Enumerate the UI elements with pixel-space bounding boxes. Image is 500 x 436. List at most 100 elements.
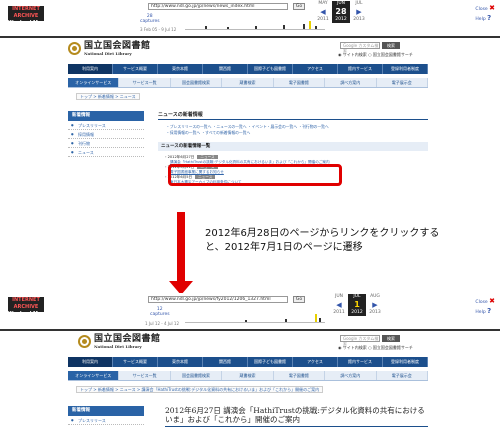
global-nav-item[interactable]: 利用案内 xyxy=(68,357,113,367)
sidebar-item[interactable]: プレスリリース xyxy=(68,121,144,130)
global-nav-item[interactable]: 国際子ども図書館 xyxy=(248,64,293,74)
global-nav-item[interactable]: 館内サービス xyxy=(338,357,383,367)
help-icon[interactable]: ? xyxy=(487,307,491,315)
wayback-toolbar: INTERNET ARCHIVE WaybackMachine http://w… xyxy=(0,0,500,38)
sidebar: 新着情報 プレスリリース xyxy=(68,406,144,425)
global-nav-item[interactable]: 関西館 xyxy=(203,357,248,367)
sidebar-item[interactable]: ニュース xyxy=(68,148,144,157)
global-nav-item[interactable]: 利用案内 xyxy=(68,64,113,74)
cal-cur-year: 2012 xyxy=(332,17,350,23)
ndl-name-jp: 国立国会図書館 xyxy=(94,334,161,344)
global-nav-item[interactable]: 登録利用者制度 xyxy=(383,357,428,367)
global-nav-item[interactable]: 東京本館 xyxy=(158,357,203,367)
sub-nav-item[interactable]: オンラインサービス xyxy=(68,78,120,87)
sub-nav-item[interactable]: 電子展示会 xyxy=(377,371,428,380)
cal-current: JUN 28 2012 xyxy=(332,1,350,23)
global-nav-item[interactable]: 登録利用者制度 xyxy=(383,64,428,74)
sub-nav-item[interactable]: 電子展示会 xyxy=(377,78,428,87)
sub-nav-item[interactable]: 国会図書館検索 xyxy=(171,371,223,380)
radio-site-icon[interactable]: ◉ xyxy=(338,345,342,350)
cal-prev[interactable]: JUN ◀ 2011 xyxy=(330,294,348,316)
site-search-button[interactable]: 検索 xyxy=(382,42,400,49)
site-search-input[interactable]: Google カスタム検索 xyxy=(340,335,380,346)
ndl-emblem-icon xyxy=(68,42,81,55)
global-nav-item[interactable]: 館内サービス xyxy=(338,64,383,74)
screenshot-before: INTERNET ARCHIVE WaybackMachine http://w… xyxy=(0,0,500,204)
cal-next[interactable]: JUL ▶ 2013 xyxy=(350,1,368,23)
close-icon[interactable]: ✖ xyxy=(489,297,495,305)
wayback-captures[interactable]: 28 captures xyxy=(140,14,160,24)
wayback-url-input[interactable]: http://www.ndl.go.jp/jp/news/fy2012/1206… xyxy=(148,296,288,303)
sub-nav-item[interactable]: 国会図書館検索 xyxy=(171,78,223,87)
wayback-logo-line2: WaybackMachine xyxy=(8,20,57,26)
radio-ndl-label: 国立国会図書館サーチ xyxy=(372,345,413,350)
wayback-captures[interactable]: 12 captures xyxy=(150,307,170,317)
sub-nav-item[interactable]: 蔵書検索 xyxy=(222,78,274,87)
captures-label: captures xyxy=(140,19,160,24)
radio-site-icon[interactable]: ◉ xyxy=(338,52,342,57)
cal-cur-year: 2012 xyxy=(348,310,366,316)
wayback-logo[interactable]: INTERNET ARCHIVE WaybackMachine xyxy=(8,297,57,317)
help-link[interactable]: Help xyxy=(475,17,485,22)
wayback-logo-line1: INTERNET ARCHIVE xyxy=(12,297,40,310)
capture-sparkline[interactable] xyxy=(185,21,325,30)
sidebar-item[interactable]: 採用情報 xyxy=(68,130,144,139)
arrow-shaft xyxy=(177,212,185,283)
close-link[interactable]: Close xyxy=(475,300,487,305)
wayback-go-button[interactable]: Go xyxy=(293,3,305,10)
ndl-emblem-icon xyxy=(78,335,91,348)
sidebar-item[interactable]: プレスリリース xyxy=(68,416,144,425)
sub-nav-item[interactable]: 調べ方案内 xyxy=(325,78,377,87)
screenshot-after: INTERNET ARCHIVE WaybackMachine http://w… xyxy=(0,293,500,436)
sub-nav-item[interactable]: 電子図書館 xyxy=(274,371,326,380)
cal-prev[interactable]: MAY ◀ 2011 xyxy=(314,1,332,23)
sub-nav-item[interactable]: 電子図書館 xyxy=(274,78,326,87)
sidebar-item[interactable]: 刊行物 xyxy=(68,139,144,148)
wayback-calendar: MAY ◀ 2011 JUN 28 2012 JUL ▶ 2013 xyxy=(314,1,368,23)
radio-ndl-icon[interactable]: ○ xyxy=(368,345,372,350)
ndl-name-en: National Diet Library xyxy=(94,344,142,349)
wayback-logo[interactable]: INTERNET ARCHIVE WaybackMachine xyxy=(8,6,57,26)
sub-nav-item[interactable]: 調べ方案内 xyxy=(325,371,377,380)
global-nav-item[interactable]: サービス概要 xyxy=(113,357,158,367)
wayback-toolbar: INTERNET ARCHIVE WaybackMachine http://w… xyxy=(0,293,500,331)
wayback-go-button[interactable]: Go xyxy=(293,296,305,303)
help-icon[interactable]: ? xyxy=(487,14,491,22)
ndl-logo[interactable]: 国立国会図書館 National Diet Library xyxy=(68,41,151,56)
wayback-url-input[interactable]: http://www.ndl.go.jp/jp/news/news_index.… xyxy=(148,3,288,10)
sub-nav: オンラインサービス サービス一覧 国会図書館検索 蔵書検索 電子図書館 調べ方案… xyxy=(68,78,428,88)
site-search-button[interactable]: 検索 xyxy=(382,335,400,342)
close-link[interactable]: Close xyxy=(475,7,487,12)
cal-cur-day: 28 xyxy=(332,7,350,17)
help-link[interactable]: Help xyxy=(475,310,485,315)
sub-nav-item[interactable]: サービス一覧 xyxy=(119,78,171,87)
radio-site-label: サイト内検索 xyxy=(342,52,367,57)
breadcrumb[interactable]: トップ > 新着情報 > ニュース > 講演会「HathiTrustの挑戦:デジ… xyxy=(76,386,324,393)
global-nav-item[interactable]: 関西館 xyxy=(203,64,248,74)
sub-nav-item[interactable]: サービス一覧 xyxy=(119,371,171,380)
site-search-input[interactable]: Google カスタム検索 xyxy=(340,42,380,53)
wayback-side-links: Close ✖ Help ? xyxy=(475,4,495,24)
radio-ndl-label: 国立国会図書館サーチ xyxy=(372,52,413,57)
cal-next[interactable]: AUG ▶ 2013 xyxy=(366,294,384,316)
close-icon[interactable]: ✖ xyxy=(489,4,495,12)
breadcrumb[interactable]: トップ > 新着情報 > ニュース xyxy=(76,93,140,100)
radio-site-label: サイト内検索 xyxy=(342,345,367,350)
capture-range: 1 Jul 12 - 4 Jul 12 xyxy=(145,321,179,326)
global-nav-item[interactable]: サービス概要 xyxy=(113,64,158,74)
cal-next-year: 2013 xyxy=(369,310,381,315)
global-nav-item[interactable]: 国際子ども図書館 xyxy=(248,357,293,367)
global-nav-item[interactable]: アクセス xyxy=(293,64,338,74)
radio-ndl-icon[interactable]: ○ xyxy=(368,52,372,57)
sub-nav-item[interactable]: 蔵書検索 xyxy=(222,371,274,380)
category-links-row[interactable]: ・採用情報の一覧へ ・すべての新着情報の一覧へ xyxy=(166,130,428,136)
global-nav-item[interactable]: 東京本館 xyxy=(158,64,203,74)
ndl-logo[interactable]: 国立国会図書館 National Diet Library xyxy=(78,334,161,349)
sub-nav-item[interactable]: オンラインサービス xyxy=(68,371,120,380)
wayback-logo-line2: WaybackMachine xyxy=(8,311,57,317)
capture-sparkline[interactable] xyxy=(185,314,325,323)
wayback-logo-line1: INTERNET ARCHIVE xyxy=(12,6,40,19)
page-title: ニュースの新着情報 xyxy=(158,111,428,120)
global-nav-item[interactable]: アクセス xyxy=(293,357,338,367)
caption-line: と、2012年7月1日のページに遷移 xyxy=(205,242,363,253)
